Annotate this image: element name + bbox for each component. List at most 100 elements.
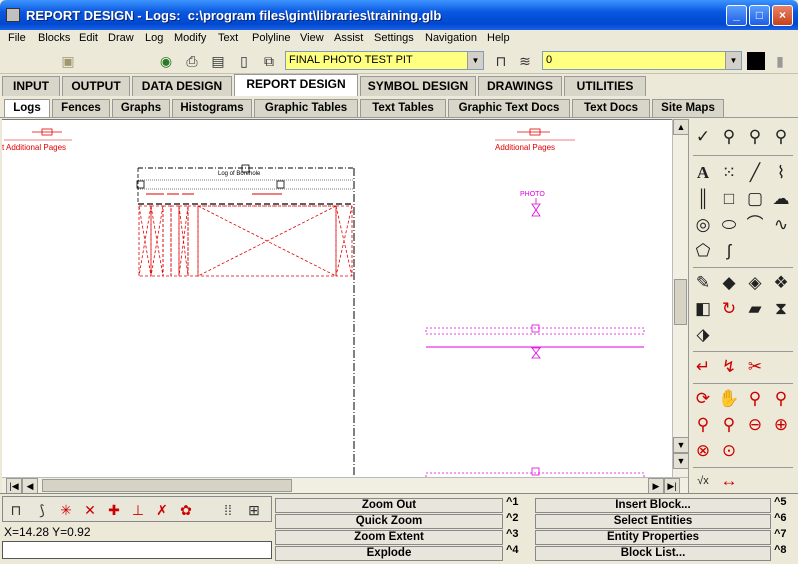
- menu-settings[interactable]: Settings: [374, 32, 414, 44]
- grid-icon[interactable]: ⁞⁞: [217, 499, 239, 521]
- zoom-out-icon[interactable]: ⊖: [743, 413, 767, 437]
- pan-icon[interactable]: ✋: [717, 387, 741, 411]
- tab-output[interactable]: OUTPUT: [62, 76, 130, 96]
- binoculars-replace-icon[interactable]: ⚲: [769, 125, 793, 149]
- menu-navigation[interactable]: Navigation: [425, 32, 477, 44]
- snap-grid-icon[interactable]: ⊞: [243, 499, 265, 521]
- polyline-icon[interactable]: ⌇: [769, 161, 793, 185]
- tab-histograms[interactable]: Histograms: [172, 99, 252, 117]
- tab-graphic-tables[interactable]: Graphic Tables: [254, 99, 358, 117]
- rotate-icon[interactable]: ↻: [717, 297, 741, 321]
- snap-center-icon[interactable]: ✿: [175, 499, 197, 521]
- ellipse-icon[interactable]: ⬭: [717, 213, 741, 237]
- zoom-icon[interactable]: ⚲: [743, 387, 767, 411]
- snap-endpoint-icon[interactable]: ✚: [103, 499, 125, 521]
- lock-icon[interactable]: ⊓: [491, 51, 511, 71]
- block-list-button[interactable]: Block List...: [535, 546, 771, 561]
- maximize-button[interactable]: □: [749, 5, 770, 26]
- extend-icon[interactable]: ↵: [691, 355, 715, 379]
- menu-modify[interactable]: Modify: [174, 32, 206, 44]
- mirror-icon[interactable]: ⧗: [769, 297, 793, 321]
- tab-site-maps[interactable]: Site Maps: [652, 99, 724, 117]
- horizontal-scroll-thumb[interactable]: [42, 479, 292, 492]
- edit-entity-icon[interactable]: ✎: [691, 271, 715, 295]
- horizontal-scrollbar[interactable]: |◀ ◀ ▶ ▶|: [2, 477, 688, 494]
- menu-help[interactable]: Help: [487, 32, 510, 44]
- tab-report-design[interactable]: REPORT DESIGN: [234, 74, 358, 96]
- tab-data-design[interactable]: DATA DESIGN: [132, 76, 232, 96]
- points-icon[interactable]: ⁙: [717, 161, 741, 185]
- redraw-icon[interactable]: ⟳: [691, 387, 715, 411]
- arc-icon[interactable]: ⌒: [743, 213, 767, 237]
- scroll-home-button[interactable]: |◀: [6, 478, 22, 494]
- measure-icon[interactable]: ↔: [717, 469, 741, 493]
- copy-icon[interactable]: ◈: [743, 271, 767, 295]
- menu-assist[interactable]: Assist: [334, 32, 363, 44]
- zoom-out-button[interactable]: Zoom Out: [275, 498, 503, 513]
- app-icon[interactable]: [6, 8, 20, 22]
- cloud-icon[interactable]: ☁: [769, 187, 793, 211]
- chevron-down-icon[interactable]: ▼: [467, 52, 483, 69]
- scroll-left-button[interactable]: ◀: [22, 478, 38, 494]
- snap-lock-icon[interactable]: ⊓: [5, 499, 27, 521]
- command-line-input[interactable]: [2, 541, 272, 559]
- menu-edit[interactable]: Edit: [79, 32, 98, 44]
- tab-text-tables[interactable]: Text Tables: [360, 99, 446, 117]
- explode-button[interactable]: Explode: [275, 546, 503, 561]
- drawing-canvas[interactable]: t Additional Pages Additional Pages Log …: [2, 119, 672, 477]
- color-swatch-icon[interactable]: [747, 52, 765, 70]
- zoom-center-icon[interactable]: ⊙: [717, 439, 741, 463]
- layers-icon[interactable]: ≋: [515, 51, 535, 71]
- line-icon[interactable]: ╱: [743, 161, 767, 185]
- close-button[interactable]: ×: [772, 5, 793, 26]
- tab-graphic-text-docs[interactable]: Graphic Text Docs: [448, 99, 570, 117]
- zoom-all-icon[interactable]: ⚲: [717, 413, 741, 437]
- layer-select[interactable]: 0 ▼: [542, 51, 742, 70]
- parallel-lines-icon[interactable]: ║: [691, 187, 715, 211]
- tab-utilities[interactable]: UTILITIES: [564, 76, 646, 96]
- snap-intersection-icon[interactable]: ✕: [79, 499, 101, 521]
- tab-fences[interactable]: Fences: [52, 99, 110, 117]
- polygon-icon[interactable]: ⬠: [691, 239, 715, 263]
- move-icon[interactable]: ◆: [717, 271, 741, 295]
- quick-zoom-button[interactable]: Quick Zoom: [275, 514, 503, 529]
- menu-file[interactable]: File: [8, 32, 26, 44]
- skew-icon[interactable]: ▰: [743, 297, 767, 321]
- chevron-down-icon[interactable]: ▼: [725, 52, 741, 69]
- vertical-scrollbar[interactable]: ▲ ▼ ▼: [672, 119, 689, 477]
- zoom-in-icon[interactable]: ⊕: [769, 413, 793, 437]
- select-entities-button[interactable]: Select Entities: [535, 514, 771, 529]
- eye-icon[interactable]: ◉: [156, 51, 176, 71]
- stretch-icon[interactable]: ◧: [691, 297, 715, 321]
- binoculars-icon[interactable]: ⚲: [717, 125, 741, 149]
- insert-block-button[interactable]: Insert Block...: [535, 498, 771, 513]
- scroll-down-button[interactable]: ▼: [673, 437, 689, 453]
- zoom-window-icon[interactable]: ⚲: [769, 387, 793, 411]
- tab-input[interactable]: INPUT: [2, 76, 60, 96]
- paste-icon[interactable]: ▮: [770, 51, 790, 71]
- snap-node-icon[interactable]: ⟆: [31, 499, 53, 521]
- array-icon[interactable]: ❖: [769, 271, 793, 295]
- circle-icon[interactable]: ◎: [691, 213, 715, 237]
- scroll-end-right-button[interactable]: ▶|: [664, 478, 680, 494]
- vertical-scroll-thumb[interactable]: [674, 279, 687, 325]
- binoculars-next-icon[interactable]: ⚲: [743, 125, 767, 149]
- snap-perpendicular-icon[interactable]: ⊥: [127, 499, 149, 521]
- menu-draw[interactable]: Draw: [108, 32, 134, 44]
- rounded-rect-icon[interactable]: ▢: [743, 187, 767, 211]
- menu-polyline[interactable]: Polyline: [252, 32, 291, 44]
- break-icon[interactable]: ✂: [743, 355, 767, 379]
- tab-drawings[interactable]: DRAWINGS: [478, 76, 562, 96]
- tab-symbol-design[interactable]: SYMBOL DESIGN: [360, 76, 476, 96]
- trim-icon[interactable]: ↯: [717, 355, 741, 379]
- tab-text-docs[interactable]: Text Docs: [572, 99, 650, 117]
- scroll-end-button[interactable]: ▼: [673, 453, 689, 469]
- entity-properties-button[interactable]: Entity Properties: [535, 530, 771, 545]
- snap-midpoint-icon[interactable]: ✳: [55, 499, 77, 521]
- menu-text[interactable]: Text: [218, 32, 238, 44]
- zoom-cancel-icon[interactable]: ⊗: [691, 439, 715, 463]
- menu-blocks[interactable]: Blocks: [38, 32, 70, 44]
- report-select[interactable]: FINAL PHOTO TEST PIT ▼: [285, 51, 484, 70]
- tab-graphs[interactable]: Graphs: [112, 99, 170, 117]
- text-tool-icon[interactable]: A: [691, 161, 715, 185]
